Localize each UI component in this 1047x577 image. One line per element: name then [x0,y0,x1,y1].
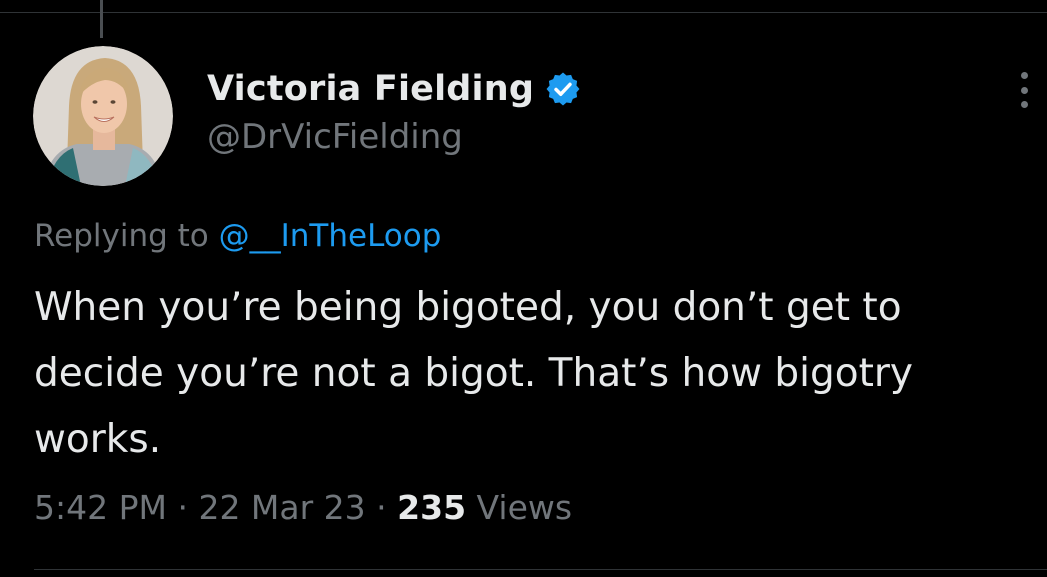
replying-to-line: Replying to @__InTheLoop [34,218,441,254]
meta-separator: · [365,488,398,527]
more-dot [1020,101,1028,108]
replying-to-link[interactable]: @__InTheLoop [219,218,442,254]
author-name-row[interactable]: Victoria Fielding [207,64,582,114]
more-options-icon[interactable] [1014,72,1034,108]
more-dot [1020,86,1028,94]
more-dot [1020,72,1028,79]
top-divider [0,12,1047,13]
verified-badge-icon[interactable] [544,70,582,108]
views-label[interactable]: Views [466,488,573,527]
avatar[interactable] [33,46,173,186]
tweet-detail: Victoria Fielding @DrVicFielding Replyin… [0,0,1047,577]
tweet-text: When you’re being bigoted, you don’t get… [34,285,913,462]
tweet-meta-row: 5:42 PM · 22 Mar 23 · 235 Views [34,488,572,527]
avatar-photo-icon [33,46,173,186]
views-count[interactable]: 235 [397,488,466,527]
meta-separator: · [166,488,199,527]
author-display-name[interactable]: Victoria Fielding [207,69,534,109]
author-handle[interactable]: @DrVicFielding [207,117,463,157]
bottom-divider [34,569,1047,570]
tweet-time[interactable]: 5:42 PM [34,488,167,527]
tweet-date[interactable]: 22 Mar 23 [198,488,365,527]
replying-to-prefix: Replying to [34,218,219,254]
thread-connector-line [100,0,103,38]
